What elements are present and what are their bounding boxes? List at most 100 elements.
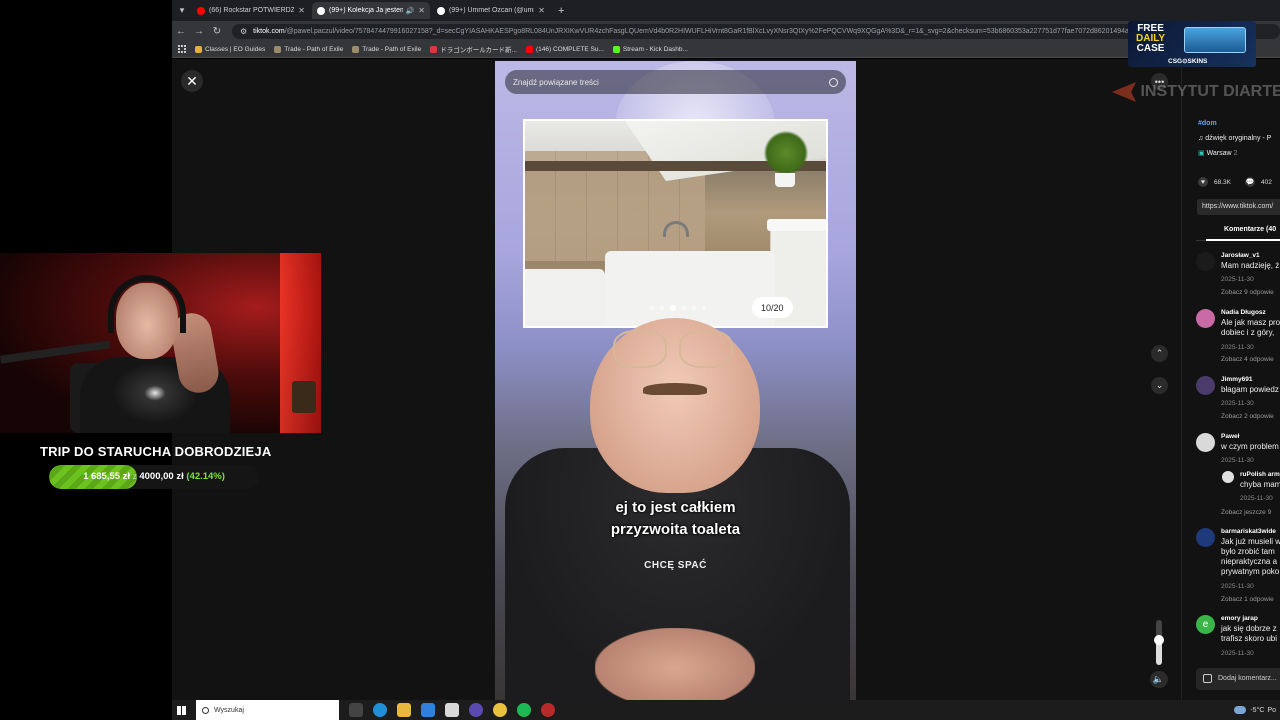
more-replies-row: Zobacz jeszcze 9 xyxy=(1196,509,1280,521)
file-explorer-icon[interactable] xyxy=(397,703,411,717)
url-input[interactable]: ⚙ tiktok.com /@pawel.paczul/video/757847… xyxy=(232,23,1280,39)
spotify-icon[interactable] xyxy=(517,703,531,717)
view-replies-link[interactable]: Zobacz 4 odpowie xyxy=(1221,356,1274,363)
comment-user[interactable]: emory jarap xyxy=(1221,615,1258,622)
view-more-replies-link[interactable]: Zobacz jeszcze 9 xyxy=(1221,509,1271,516)
hashtag-link[interactable]: #dom xyxy=(1198,120,1217,127)
next-video-button[interactable]: ⌄ xyxy=(1151,377,1168,394)
bookmark-item[interactable]: Classes | EO Guides xyxy=(195,45,265,53)
tab-tiktok-active[interactable]: (99+) Kolekcja Ja jestem Do... 🔊 ✕ xyxy=(312,2,430,19)
site-info-icon[interactable]: ⚙ xyxy=(240,27,247,36)
comment-icon[interactable]: 💬 xyxy=(1245,177,1255,187)
forward-arrow-icon[interactable]: → xyxy=(190,26,208,37)
search-icon[interactable] xyxy=(829,77,838,87)
tab-comments[interactable]: Komentarze (40 xyxy=(1224,226,1276,233)
photo-carousel[interactable]: 10/20 xyxy=(523,119,828,328)
related-search-input[interactable]: Znajdź powiązane treści xyxy=(505,70,846,94)
glasses xyxy=(613,330,738,370)
tab-tiktok-ummet[interactable]: (99+) Ummet Ozcan (@ummet... ✕ xyxy=(432,2,550,19)
avatar[interactable] xyxy=(1196,252,1215,271)
bathtub xyxy=(605,251,775,326)
mute-button[interactable]: 🔈 xyxy=(1150,671,1167,688)
start-button[interactable] xyxy=(172,700,190,720)
carousel-dot-active[interactable] xyxy=(670,305,676,311)
bookmark-favicon-icon xyxy=(352,45,360,53)
close-tab-icon[interactable]: ✕ xyxy=(538,6,545,15)
comment-user[interactable]: Jimmy691 xyxy=(1221,376,1252,383)
edge-icon[interactable] xyxy=(373,703,387,717)
comment-user[interactable]: barmariskat3wide xyxy=(1221,528,1276,535)
goal-target: 4000,00 zł xyxy=(139,471,184,482)
reply-user[interactable]: ruPolish arm xyxy=(1240,471,1280,478)
chevron-up-icon: ⌃ xyxy=(1155,348,1164,358)
address-bar-row: ← → ↻ ⚙ tiktok.com /@pawel.paczul/video/… xyxy=(172,21,1280,41)
close-tab-icon[interactable]: ✕ xyxy=(298,6,305,15)
chrome-icon[interactable] xyxy=(493,703,507,717)
comment-user[interactable]: Nadia Długosz xyxy=(1221,309,1266,316)
bookmark-item[interactable]: Trade - Path of Exile xyxy=(274,45,343,53)
carousel-dot[interactable] xyxy=(702,306,706,310)
close-video-button[interactable]: ✕ xyxy=(181,70,203,92)
obs-icon[interactable] xyxy=(469,703,483,717)
bookmark-item[interactable]: ドラゴンボールカード新... xyxy=(430,44,517,54)
comment-user[interactable]: Jarosław_v1 xyxy=(1221,252,1260,259)
photo-counter-badge: 10/20 xyxy=(752,297,793,318)
carousel-dot[interactable] xyxy=(682,306,686,310)
weather-temp[interactable]: -5°C xyxy=(1250,707,1264,714)
bookmark-item[interactable]: Stream - Kick Dashb... xyxy=(612,45,688,53)
avatar[interactable] xyxy=(1196,433,1215,452)
speaker-icon[interactable]: 🔊 xyxy=(406,7,415,15)
app-icon[interactable] xyxy=(541,703,555,717)
comment-item: Nadia Długosz Ale jak masz pro dobiec i z… xyxy=(1196,309,1280,369)
bookmark-label: (146) COMPLETE Su... xyxy=(535,45,604,53)
view-replies-link[interactable]: Zobacz 1 odpowie xyxy=(1221,596,1274,603)
new-tab-plus-icon[interactable]: + xyxy=(558,5,564,17)
task-view-icon[interactable] xyxy=(349,703,363,717)
tab-youtube[interactable]: (66) Rockstar POTWIERDZIŁ W... ✕ xyxy=(192,2,310,19)
avatar[interactable] xyxy=(1196,309,1215,328)
carousel-dot[interactable] xyxy=(650,306,654,310)
drink-glass xyxy=(292,381,316,413)
comment-date: 2025-11-30 xyxy=(1221,583,1254,590)
comment-item: Paweł w czym problem 2025-11-30 xyxy=(1196,433,1280,464)
previous-video-button[interactable]: ⌃ xyxy=(1151,345,1168,362)
avatar[interactable] xyxy=(1196,376,1215,395)
close-tab-icon[interactable]: ✕ xyxy=(418,6,425,15)
tab-search-chevron-icon[interactable]: ▾ xyxy=(172,5,192,16)
caption-line: przyzwoita toaleta xyxy=(610,521,741,538)
carousel-dot[interactable] xyxy=(692,306,696,310)
avatar[interactable]: e xyxy=(1196,615,1215,634)
comment-date: 2025-11-30 xyxy=(1221,650,1254,657)
mustache xyxy=(643,383,707,395)
bookmark-item[interactable]: Trade - Path of Exile xyxy=(352,45,421,53)
taskbar-search-input[interactable]: Wyszukaj xyxy=(196,700,339,720)
carousel-dot[interactable] xyxy=(660,306,664,310)
heart-icon[interactable]: ♥ xyxy=(1198,177,1208,187)
back-arrow-icon[interactable]: ← xyxy=(172,26,190,37)
bookmark-item[interactable]: (146) COMPLETE Su... xyxy=(525,45,604,53)
avatar[interactable] xyxy=(1222,471,1234,483)
reload-icon[interactable]: ↻ xyxy=(208,26,226,37)
bookmark-favicon-icon xyxy=(430,45,438,53)
donation-goal-title: TRIP DO STARUCHA DOBRODZIEJA xyxy=(40,444,272,459)
sound-row[interactable]: ♫ dźwięk oryginalny - P xyxy=(1198,135,1271,142)
system-tray: -5°C Po xyxy=(1234,700,1280,720)
video-player[interactable]: Znajdź powiązane treści 10/20 ej to jest… xyxy=(495,61,856,700)
bookmark-label: Stream - Kick Dashb... xyxy=(622,45,688,53)
mail-icon[interactable] xyxy=(421,703,435,717)
bookmarks-bar: Classes | EO Guides Trade - Path of Exil… xyxy=(172,41,1280,58)
apps-grid-icon[interactable] xyxy=(178,45,186,53)
view-replies-link[interactable]: Zobacz 9 odpowie xyxy=(1221,289,1274,296)
store-icon[interactable] xyxy=(445,703,459,717)
view-replies-link[interactable]: Zobacz 2 odpowie xyxy=(1221,413,1274,420)
video-link-field[interactable]: https://www.tiktok.com/ xyxy=(1197,199,1280,215)
taskbar-search-placeholder: Wyszukaj xyxy=(214,706,244,714)
csgo-skins-ad[interactable]: FREE DAILY CASE CSG⊙SKINS xyxy=(1128,21,1256,67)
avatar[interactable] xyxy=(1196,528,1215,547)
comment-user[interactable]: Paweł xyxy=(1221,433,1239,440)
windows-taskbar: Wyszukaj -5°C Po xyxy=(172,700,1280,720)
search-icon xyxy=(202,706,209,714)
volume-slider[interactable] xyxy=(1154,620,1164,665)
add-comment-input[interactable]: Dodaj komentarz... xyxy=(1196,668,1280,690)
location-row[interactable]: ▣ Warsaw 2 xyxy=(1198,149,1237,157)
